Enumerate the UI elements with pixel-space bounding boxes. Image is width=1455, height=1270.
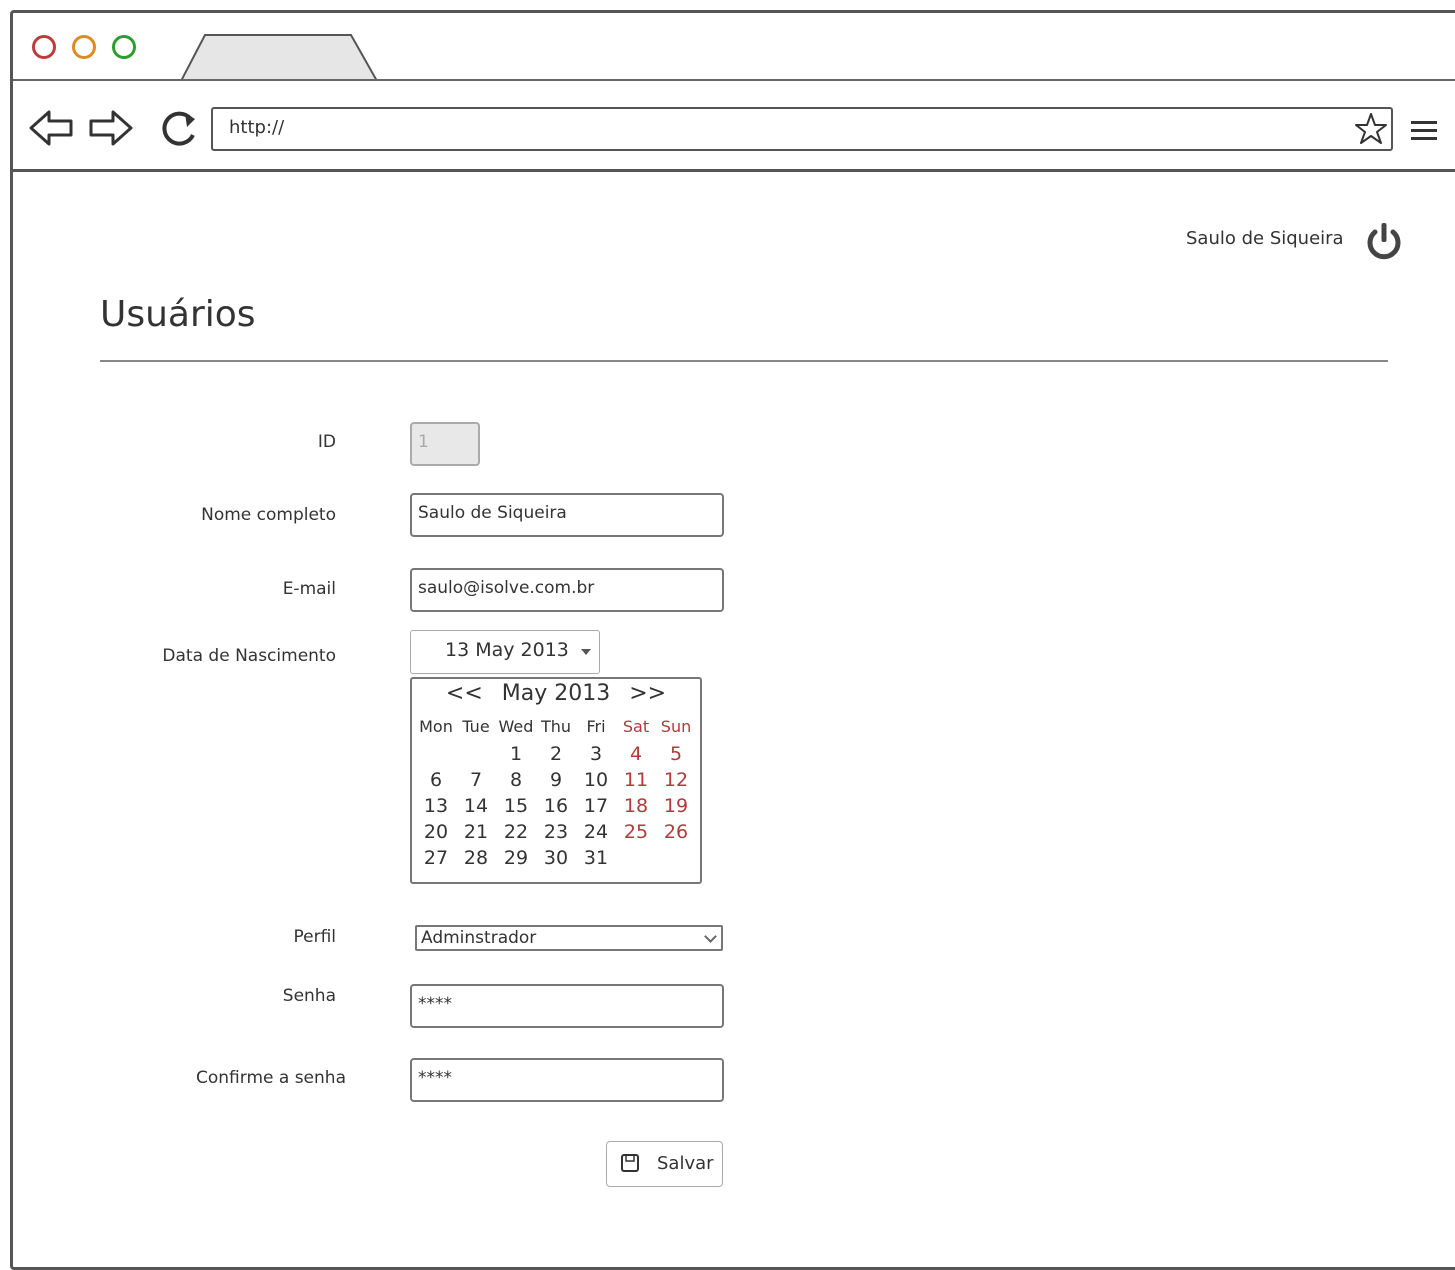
- calendar-day[interactable]: 11: [616, 769, 656, 795]
- calendar-weekday-0: Mon: [419, 717, 453, 736]
- calendar-day[interactable]: 1: [496, 743, 536, 769]
- calendar-day: [416, 743, 456, 769]
- calendar-day[interactable]: 28: [456, 847, 496, 873]
- floppy-disk-icon: [621, 1154, 639, 1172]
- profile-selected-value: Adminstrador: [421, 928, 537, 948]
- email-field[interactable]: saulo@isolve.com.br: [410, 568, 724, 612]
- calendar-day[interactable]: 7: [456, 769, 496, 795]
- calendar-day[interactable]: 15: [496, 795, 536, 821]
- calendar-header: << May 2013 >>: [412, 681, 700, 713]
- calendar-day[interactable]: 12: [656, 769, 696, 795]
- calendar-day: [616, 847, 656, 873]
- forward-arrow-icon[interactable]: [87, 107, 135, 149]
- calendar-day[interactable]: 23: [536, 821, 576, 847]
- address-text: http://: [229, 117, 285, 138]
- calendar-day[interactable]: 24: [576, 821, 616, 847]
- browser-navbar: http://: [13, 81, 1455, 172]
- birth-date-picker[interactable]: 13 May 2013: [410, 630, 600, 674]
- logged-user-name: Saulo de Siqueira: [1186, 228, 1344, 249]
- id-field: 1: [410, 422, 480, 466]
- birth-date-value: 13 May 2013: [445, 639, 569, 661]
- save-button-label: Salvar: [657, 1153, 714, 1174]
- password-label: Senha: [282, 986, 336, 1006]
- page-title: Usuários: [100, 294, 256, 335]
- calendar-day[interactable]: 26: [656, 821, 696, 847]
- star-icon[interactable]: [1353, 111, 1389, 147]
- address-bar[interactable]: http://: [211, 107, 1393, 151]
- calendar-day[interactable]: 3: [576, 743, 616, 769]
- calendar-day[interactable]: 4: [616, 743, 656, 769]
- calendar-weekday-4: Fri: [586, 717, 606, 736]
- calendar-next-button[interactable]: >>: [629, 681, 666, 706]
- confirm-password-label: Confirme a senha: [196, 1068, 346, 1088]
- menu-icon[interactable]: [1409, 119, 1441, 143]
- browser-tab[interactable]: [181, 33, 377, 81]
- id-label: ID: [317, 432, 336, 452]
- calendar-day[interactable]: 30: [536, 847, 576, 873]
- calendar-weekday-5: Sat: [622, 717, 650, 736]
- calendar-weekday-1: Tue: [462, 717, 490, 736]
- power-icon[interactable]: [1362, 220, 1406, 264]
- calendar-day[interactable]: 5: [656, 743, 696, 769]
- title-divider: [100, 360, 1388, 362]
- calendar-day[interactable]: 13: [416, 795, 456, 821]
- calendar-day[interactable]: 17: [576, 795, 616, 821]
- calendar-grid: Mon Tue Wed Thu Fri Sat Sun 1 2 3 4 5 6 7 8 9 10 11 12 13 14…: [416, 717, 698, 873]
- calendar-month-title: May 2013: [501, 681, 611, 706]
- calendar-day[interactable]: 10: [576, 769, 616, 795]
- calendar-day[interactable]: 20: [416, 821, 456, 847]
- chevron-down-icon: [704, 930, 717, 943]
- minimize-window-button[interactable]: [72, 35, 96, 59]
- calendar-day[interactable]: 2: [536, 743, 576, 769]
- email-label: E-mail: [282, 579, 336, 599]
- save-button[interactable]: Salvar: [606, 1141, 723, 1187]
- calendar-day[interactable]: 25: [616, 821, 656, 847]
- calendar-day[interactable]: 6: [416, 769, 456, 795]
- calendar-day: [456, 743, 496, 769]
- profile-label: Perfil: [293, 927, 336, 947]
- name-field[interactable]: Saulo de Siqueira: [410, 493, 724, 537]
- calendar-day[interactable]: 8: [496, 769, 536, 795]
- calendar-day[interactable]: 19: [656, 795, 696, 821]
- password-field[interactable]: ****: [410, 984, 724, 1028]
- calendar-day[interactable]: 29: [496, 847, 536, 873]
- profile-select[interactable]: Adminstrador: [415, 925, 723, 951]
- calendar-day[interactable]: 21: [456, 821, 496, 847]
- chevron-down-icon: [581, 649, 591, 655]
- title-bar: [13, 13, 1455, 81]
- calendar-day[interactable]: 31: [576, 847, 616, 873]
- calendar-day[interactable]: 16: [536, 795, 576, 821]
- calendar-prev-button[interactable]: <<: [446, 681, 483, 706]
- close-window-button[interactable]: [32, 35, 56, 59]
- confirm-password-field[interactable]: ****: [410, 1058, 724, 1102]
- birth-date-label: Data de Nascimento: [162, 646, 336, 666]
- calendar-popup: << May 2013 >> Mon Tue Wed Thu Fri Sat Sun 1 2 3 4…: [410, 677, 702, 884]
- calendar-day[interactable]: 27: [416, 847, 456, 873]
- reload-icon[interactable]: [155, 107, 203, 149]
- calendar-weekday-3: Thu: [540, 717, 572, 736]
- calendar-weekday-2: Wed: [498, 717, 534, 736]
- calendar-day[interactable]: 22: [496, 821, 536, 847]
- calendar-day[interactable]: 9: [536, 769, 576, 795]
- back-arrow-icon[interactable]: [27, 107, 75, 149]
- calendar-day: [656, 847, 696, 873]
- name-label: Nome completo: [201, 505, 336, 525]
- maximize-window-button[interactable]: [112, 35, 136, 59]
- calendar-day[interactable]: 14: [456, 795, 496, 821]
- calendar-weekday-6: Sun: [660, 717, 692, 736]
- calendar-day[interactable]: 18: [616, 795, 656, 821]
